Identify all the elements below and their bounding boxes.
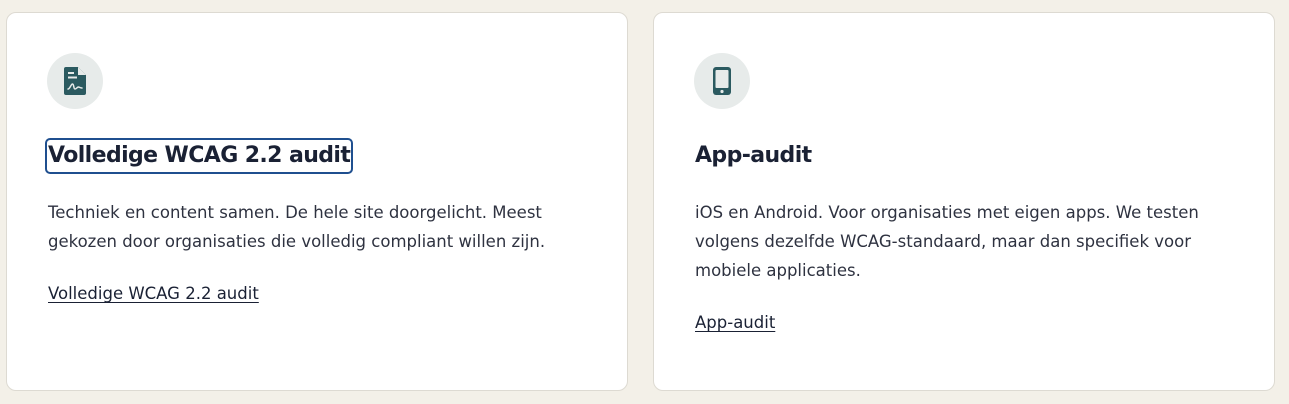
card-title: App-audit	[695, 143, 812, 168]
card-description: Techniek en content samen. De hele site …	[48, 203, 546, 251]
card-full-wcag-audit: Volledige WCAG 2.2 audit Techniek en con…	[6, 12, 628, 391]
document-signature-icon	[47, 53, 103, 109]
card-title: Volledige WCAG 2.2 audit	[44, 138, 354, 174]
smartphone-icon	[694, 53, 750, 109]
card-link-app-audit[interactable]: App-audit	[695, 312, 775, 334]
card-description: iOS en Android. Voor organisaties met ei…	[695, 203, 1199, 280]
card-link-full-wcag-audit[interactable]: Volledige WCAG 2.2 audit	[48, 283, 259, 305]
audit-cards-row: Volledige WCAG 2.2 audit Techniek en con…	[6, 12, 1276, 393]
card-app-audit: App-audit iOS en Android. Voor organisat…	[653, 12, 1275, 391]
